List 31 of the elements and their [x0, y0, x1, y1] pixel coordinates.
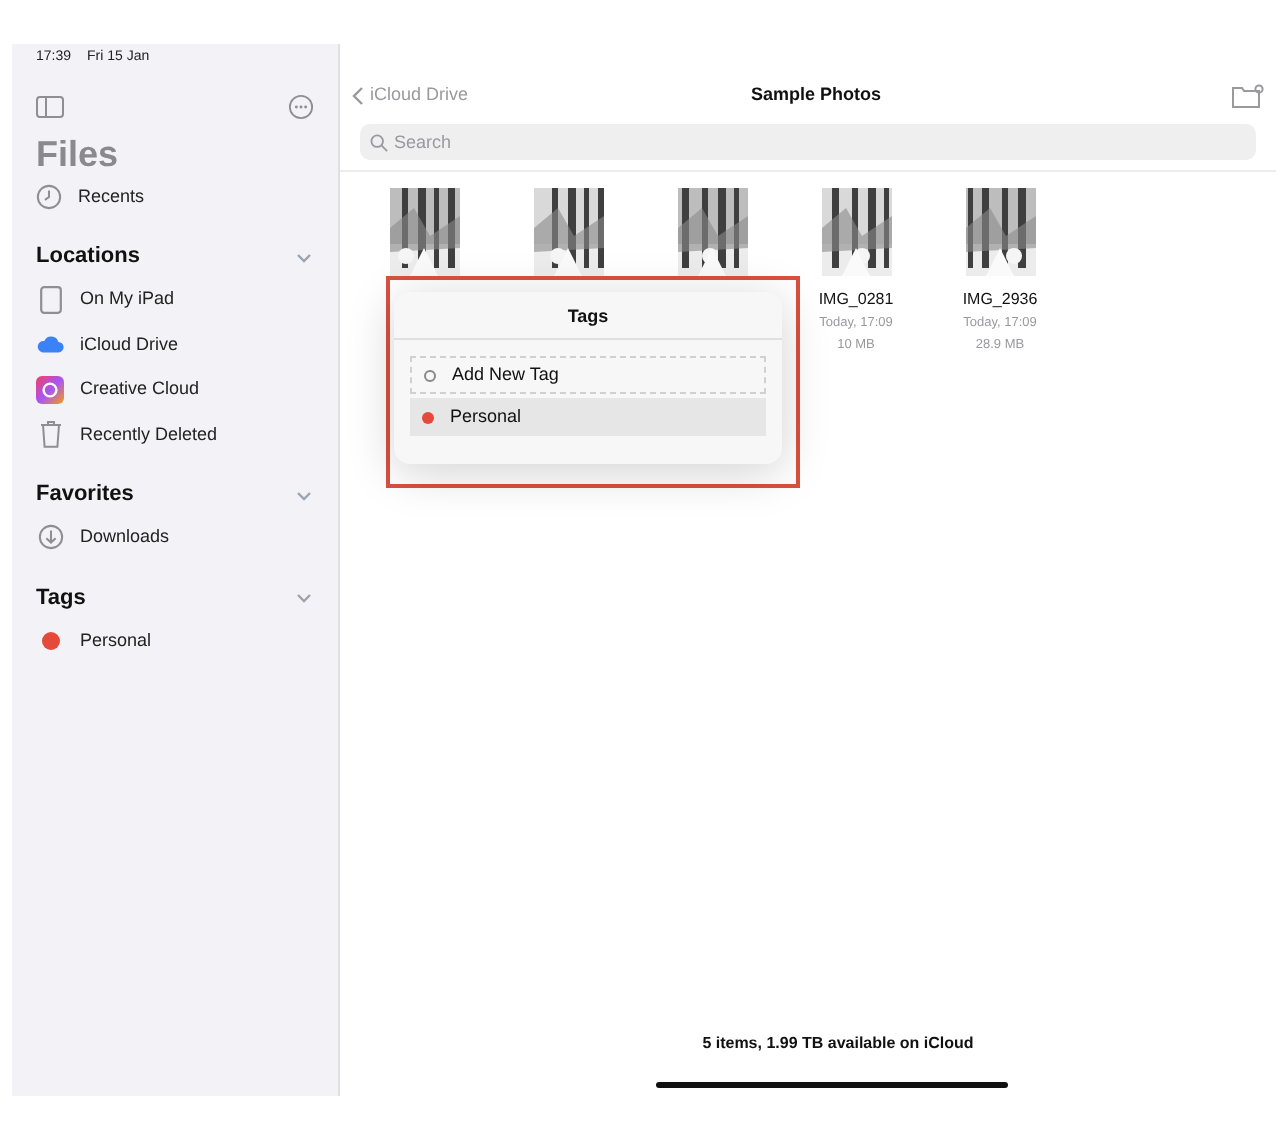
folder-title: Sample Photos	[748, 82, 883, 109]
download-icon	[37, 524, 63, 551]
tag-row[interactable]: Personal	[410, 398, 766, 436]
add-tag-row[interactable]: Add New Tag	[410, 356, 766, 394]
app-icon	[36, 375, 64, 404]
file-name: IMG_0281	[818, 288, 894, 312]
sidebar-item[interactable]: On My iPad	[36, 277, 314, 322]
section-heading: Tags	[36, 583, 86, 614]
sidebar-title: Files	[36, 131, 121, 175]
sidebar-item[interactable]: iCloud Drive	[36, 322, 314, 367]
sidebar-item[interactable]: Recents	[36, 175, 314, 219]
file-name: IMG_2936	[962, 288, 1038, 312]
back-chevron-icon	[352, 86, 364, 106]
storage-summary: 5 items, 1.99 TB available on iCloud	[702, 1032, 974, 1056]
sidebar-item[interactable]: Downloads	[36, 515, 314, 560]
tablet-icon	[39, 285, 61, 314]
new-folder-icon[interactable]	[1232, 84, 1264, 108]
search-field[interactable]: Search	[360, 124, 1256, 160]
search-icon	[370, 133, 388, 151]
popover-title: Tags	[394, 292, 782, 340]
cloud-icon	[36, 334, 64, 355]
more-icon[interactable]	[288, 93, 314, 119]
clock-icon	[36, 184, 62, 210]
chevron-icon[interactable]	[294, 588, 314, 608]
section-heading: Locations	[36, 242, 140, 273]
sidebar-item[interactable]: Recently Deleted	[36, 412, 314, 457]
section-heading: Favorites	[36, 480, 134, 511]
sidebar-toggle-icon[interactable]	[36, 95, 64, 117]
sidebar-item[interactable]: Creative Cloud	[36, 367, 314, 412]
trash-icon	[39, 420, 61, 449]
sidebar-item[interactable]: Personal	[36, 618, 314, 663]
